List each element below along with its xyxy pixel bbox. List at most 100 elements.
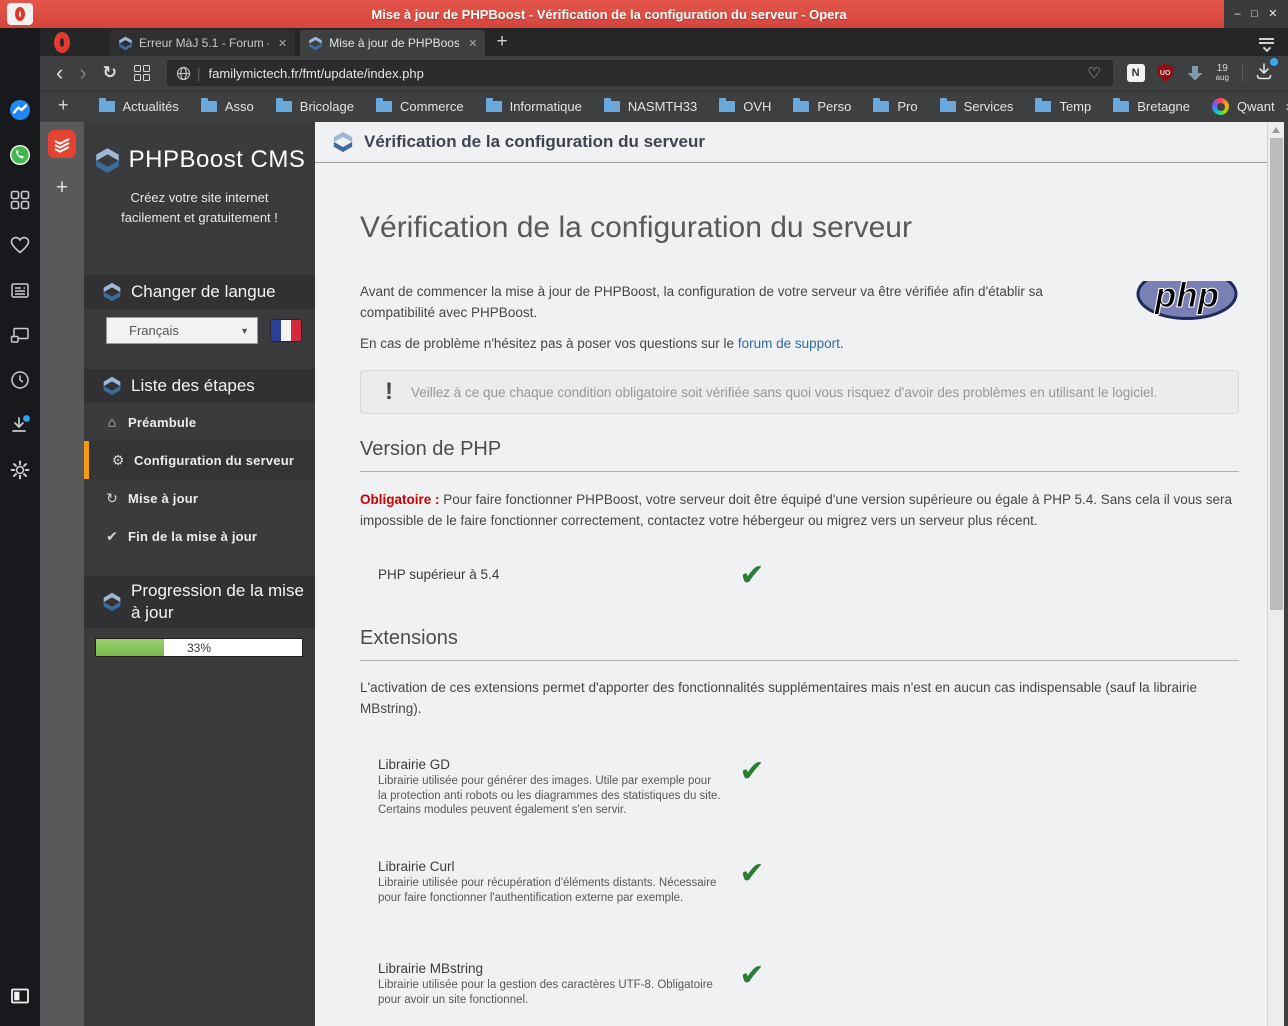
steps-section-header: Liste des étapes xyxy=(84,369,315,403)
requirement-row-curl: Librairie Curl Librairie utilisée pour r… xyxy=(360,859,1239,921)
forward-button[interactable]: › xyxy=(71,62,94,84)
back-button[interactable]: ‹ xyxy=(48,62,71,84)
folder-icon xyxy=(603,98,620,112)
opera-o-icon xyxy=(54,31,70,53)
bookmark-folder-actualites[interactable]: Actualités xyxy=(98,98,179,114)
bookmark-folder-pro[interactable]: Pro xyxy=(873,98,918,114)
extension-note-button[interactable]: N xyxy=(1126,64,1145,82)
home-icon: ⌂ xyxy=(107,414,117,430)
folder-icon xyxy=(200,98,217,112)
page-title: Vérification de la configuration du serv… xyxy=(360,211,912,244)
news-icon xyxy=(11,283,29,298)
flow-devices-button[interactable] xyxy=(7,323,33,347)
extension-date-button[interactable]: 19 aug xyxy=(1216,64,1229,82)
status-ok-icon: ✔ xyxy=(739,857,765,890)
opera-menu-button[interactable] xyxy=(40,28,84,56)
close-button[interactable]: ✕ xyxy=(1268,8,1277,20)
phpboost-logo-icon xyxy=(94,147,121,174)
add-bookmark-button[interactable]: + xyxy=(52,95,78,118)
brand-title: PHPBoost CMS xyxy=(128,146,306,173)
page-scrollbar[interactable] xyxy=(1267,122,1284,1026)
minimize-button[interactable]: – xyxy=(1235,8,1241,20)
bookmark-qwant[interactable]: Qwant xyxy=(1212,98,1275,115)
bookmark-folder-commerce[interactable]: Commerce xyxy=(376,98,464,114)
bookmark-folder-nasmth33[interactable]: NASMTH33 xyxy=(603,98,697,114)
step-mise-a-jour[interactable]: ↻ Mise à jour xyxy=(84,479,315,517)
news-button[interactable] xyxy=(7,278,33,302)
ublock-shield-icon: UO xyxy=(1156,63,1174,83)
opera-window: Mise à jour de PHPBoost - Vérification d… xyxy=(0,0,1288,1026)
save-bookmark-heart-icon[interactable]: ♡ xyxy=(1084,64,1103,82)
tab-forum[interactable]: Erreur MàJ 5.1 - Forum - F ✕ xyxy=(110,30,296,56)
bookmark-folder-bricolage[interactable]: Bricolage xyxy=(275,98,354,114)
address-toolbar: ‹ › ↻ | familymictech.fr/fmt/update/inde… xyxy=(40,56,1288,90)
new-tab-button[interactable]: + xyxy=(490,31,517,56)
page-header-title: Vérification de la configuration du serv… xyxy=(364,132,706,151)
history-button[interactable] xyxy=(7,368,33,392)
scrollbar-up-arrow[interactable] xyxy=(1272,127,1280,133)
step-preambule[interactable]: ⌂ Préambule xyxy=(84,403,315,441)
bookmark-folder-services[interactable]: Services xyxy=(939,98,1013,114)
folder-icon xyxy=(376,98,392,112)
whatsapp-button[interactable] xyxy=(7,143,33,167)
status-ok-icon: ✔ xyxy=(739,755,765,788)
step-configuration-serveur[interactable]: ⚙ Configuration du serveur xyxy=(84,441,315,479)
folder-icon xyxy=(485,98,502,112)
extensions-intro: L'activation de ces extensions permet d'… xyxy=(360,680,1197,716)
speed-dial-toolbar-button[interactable] xyxy=(125,65,159,81)
sidebar-panel-column: + xyxy=(40,122,84,1026)
phpboost-sidebar: PHPBoost CMS Créez votre site internet f… xyxy=(84,122,315,1026)
bookmark-folder-informatique[interactable]: Informatique xyxy=(485,98,582,114)
phpboost-favicon xyxy=(308,36,323,51)
tab-update[interactable]: Mise à jour de PHPBoost ✕ xyxy=(300,30,486,56)
heart-icon xyxy=(10,236,30,254)
bookmark-folder-bretagne[interactable]: Bretagne xyxy=(1113,98,1190,114)
extension-downloader-button[interactable] xyxy=(1186,64,1204,82)
requirement-row-gd: Librairie GD Librairie utilisée pour gén… xyxy=(360,757,1239,819)
url-separator: | xyxy=(196,65,201,81)
bookmark-folder-asso[interactable]: Asso xyxy=(200,98,254,114)
messenger-button[interactable] xyxy=(7,98,33,122)
bookmark-folder-temp[interactable]: Temp xyxy=(1035,98,1091,114)
gear-icon xyxy=(10,460,30,480)
speed-dial-button[interactable] xyxy=(7,188,33,212)
settings-button[interactable] xyxy=(7,458,33,482)
svg-text:php: php xyxy=(1154,281,1219,315)
address-bar[interactable]: | familymictech.fr/fmt/update/index.php … xyxy=(166,60,1113,86)
main-content: Vérification de la configuration du serv… xyxy=(315,122,1267,1026)
bookmark-folder-ovh[interactable]: OVH xyxy=(719,98,771,114)
todoist-icon xyxy=(54,138,70,153)
language-select[interactable]: Français ▼ xyxy=(106,317,258,344)
bookmark-folder-perso[interactable]: Perso xyxy=(793,98,851,114)
url-text[interactable]: familymictech.fr/fmt/update/index.php xyxy=(209,66,1085,81)
folder-icon xyxy=(793,98,810,112)
french-flag-icon xyxy=(271,320,301,341)
todoist-extension-button[interactable] xyxy=(48,130,76,158)
opera-sidebar-rail xyxy=(0,28,40,1026)
maximize-button[interactable]: □ xyxy=(1251,8,1258,20)
extension-ublock-button[interactable]: UO xyxy=(1156,63,1174,83)
folder-icon xyxy=(275,98,292,112)
downloads-tray-button[interactable] xyxy=(1254,57,1278,86)
bookmarks-button[interactable] xyxy=(7,233,33,257)
chevron-down-icon: ▼ xyxy=(240,325,249,336)
down-arrow-extension-icon xyxy=(1187,66,1203,81)
mandatory-label: Obligatoire : xyxy=(360,492,440,507)
add-panel-button[interactable]: + xyxy=(56,176,68,200)
scrollbar-thumb[interactable] xyxy=(1269,138,1283,610)
tab-menu-button[interactable] xyxy=(1259,38,1274,53)
downloads-button[interactable] xyxy=(7,413,33,437)
gear-icon: ⚙ xyxy=(111,451,125,468)
intro-paragraph: Avant de commencer la mise à jour de PHP… xyxy=(360,284,1043,320)
bookmarks-bar: + Actualités Asso Bricolage Commerce Inf… xyxy=(40,90,1288,122)
forum-support-link[interactable]: forum de support xyxy=(738,336,840,351)
mandatory-paragraph: Obligatoire : Pour faire fonctionner PHP… xyxy=(360,492,1233,528)
language-section-header: Changer de langue xyxy=(84,275,315,309)
sidebar-toggle-button[interactable] xyxy=(7,984,33,1008)
tab-close-icon[interactable]: ✕ xyxy=(468,37,477,50)
php-logo: php xyxy=(1136,281,1238,320)
reload-button[interactable]: ↻ xyxy=(95,62,125,84)
step-fin-mise-a-jour[interactable]: ✔ Fin de la mise à jour xyxy=(84,517,315,555)
tab-bar: Erreur MàJ 5.1 - Forum - F ✕ Mise à jour… xyxy=(40,28,1288,56)
tab-close-icon[interactable]: ✕ xyxy=(278,37,287,50)
